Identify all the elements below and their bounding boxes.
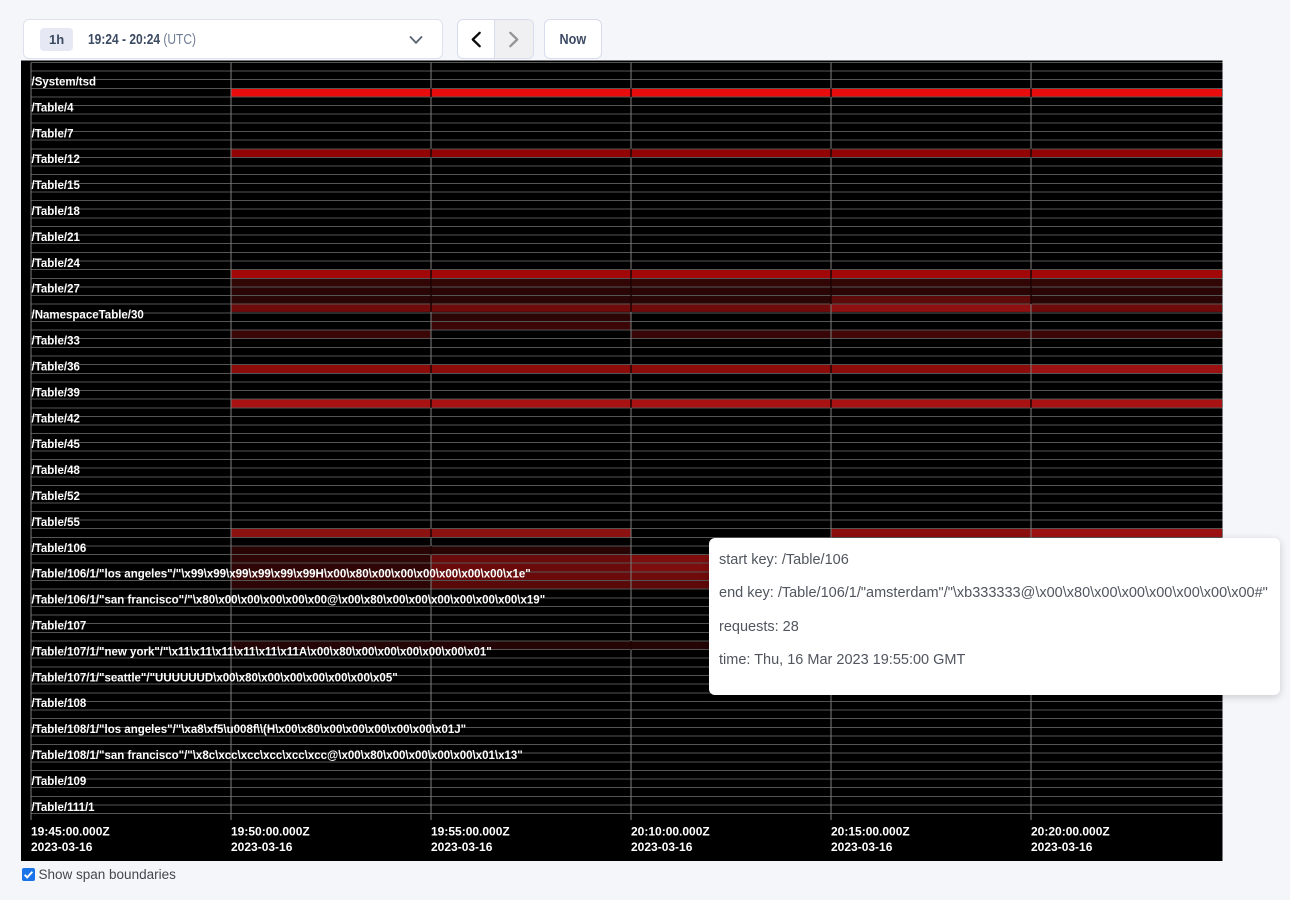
svg-text:/Table/42: /Table/42 — [32, 413, 80, 425]
svg-text:19:45:00.000Z: 19:45:00.000Z — [31, 825, 110, 839]
svg-text:19:50:00.000Z: 19:50:00.000Z — [231, 825, 310, 839]
svg-text:20:20:00.000Z: 20:20:00.000Z — [1031, 825, 1110, 839]
svg-text:2023-03-16: 2023-03-16 — [831, 840, 893, 854]
svg-text:/Table/12: /Table/12 — [32, 154, 80, 166]
svg-text:/Table/109: /Table/109 — [32, 776, 87, 788]
svg-text:2023-03-16: 2023-03-16 — [231, 840, 293, 854]
svg-text:2023-03-16: 2023-03-16 — [431, 840, 493, 854]
svg-text:/Table/27: /Table/27 — [32, 284, 80, 296]
svg-text:/Table/52: /Table/52 — [32, 491, 80, 503]
svg-text:2023-03-16: 2023-03-16 — [31, 840, 93, 854]
svg-text:/Table/7: /Table/7 — [32, 128, 74, 140]
svg-text:/Table/108/1/"san francisco"/": /Table/108/1/"san francisco"/"\x8c\xcc\x… — [32, 750, 523, 762]
svg-text:/Table/21: /Table/21 — [32, 232, 81, 244]
svg-text:2023-03-16: 2023-03-16 — [631, 840, 693, 854]
svg-text:/Table/4: /Table/4 — [32, 102, 75, 114]
svg-text:/Table/107: /Table/107 — [32, 620, 87, 632]
svg-text:/Table/15: /Table/15 — [32, 180, 81, 192]
svg-text:/Table/24: /Table/24 — [32, 258, 81, 270]
svg-text:/Table/106/1/"san francisco"/": /Table/106/1/"san francisco"/"\x80\x00\x… — [32, 595, 546, 607]
svg-text:/System/tsd: /System/tsd — [32, 76, 97, 88]
svg-text:19:55:00.000Z: 19:55:00.000Z — [431, 825, 510, 839]
svg-text:/Table/33: /Table/33 — [32, 336, 80, 348]
svg-text:20:10:00.000Z: 20:10:00.000Z — [631, 825, 710, 839]
svg-text:/Table/108/1/"los angeles"/"\x: /Table/108/1/"los angeles"/"\xa8\xf5\u00… — [32, 724, 467, 736]
svg-text:/Table/111/1: /Table/111/1 — [32, 802, 96, 814]
svg-text:/Table/106: /Table/106 — [32, 543, 87, 555]
svg-text:/Table/107/1/"seattle"/"UUUUUU: /Table/107/1/"seattle"/"UUUUUUD\x00\x80\… — [32, 672, 398, 684]
svg-text:/Table/107/1/"new york"/"\x11\: /Table/107/1/"new york"/"\x11\x11\x11\x1… — [32, 646, 492, 658]
svg-text:/Table/106/1/"los angeles"/"\x: /Table/106/1/"los angeles"/"\x99\x99\x99… — [32, 569, 531, 581]
svg-text:/Table/48: /Table/48 — [32, 465, 81, 477]
svg-text:/Table/18: /Table/18 — [32, 206, 81, 218]
svg-text:/Table/108: /Table/108 — [32, 698, 87, 710]
svg-text:/NamespaceTable/30: /NamespaceTable/30 — [32, 310, 144, 322]
svg-text:/Table/55: /Table/55 — [32, 517, 81, 529]
svg-text:/Table/45: /Table/45 — [32, 439, 81, 451]
svg-text:/Table/39: /Table/39 — [32, 387, 80, 399]
svg-text:/Table/36: /Table/36 — [32, 361, 80, 373]
svg-text:2023-03-16: 2023-03-16 — [1031, 840, 1093, 854]
svg-text:20:15:00.000Z: 20:15:00.000Z — [831, 825, 910, 839]
